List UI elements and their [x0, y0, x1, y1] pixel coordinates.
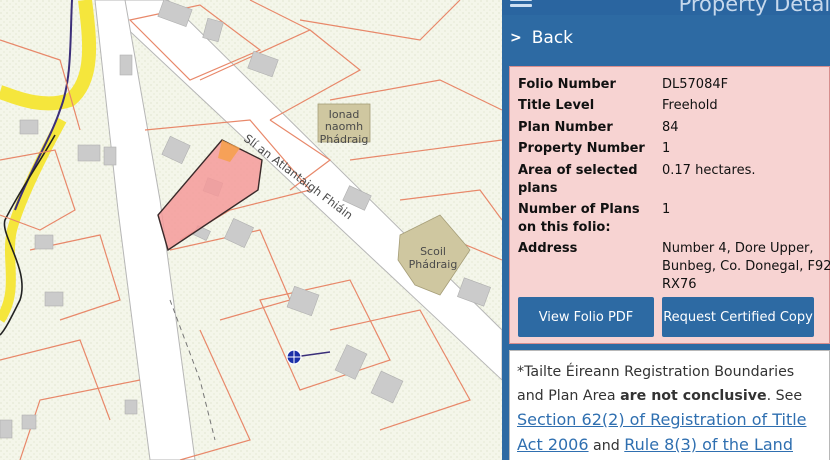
- detail-value: 1: [662, 141, 671, 156]
- map-view[interactable]: Slí an Atlantaigh Fhiáin Ionad naomh Phá…: [0, 0, 502, 460]
- detail-label: Plan Number: [518, 120, 613, 135]
- disclaimer-note: *Tailte Éireann Registration Boundaries …: [509, 350, 830, 460]
- hamburger-menu-icon[interactable]: [510, 0, 532, 12]
- note-and: and: [588, 438, 625, 454]
- detail-value: Freehold: [662, 98, 718, 113]
- detail-label: Area of selected plans: [518, 163, 638, 196]
- panel-header: Property Detail: [502, 0, 830, 16]
- note-mid: . See: [766, 388, 803, 404]
- detail-label: Number of Plans on this folio:: [518, 202, 640, 235]
- detail-label: Property Number: [518, 141, 645, 156]
- detail-value: Number 4, Dore Upper, Bunbeg, Co. Donega…: [662, 241, 830, 292]
- panel-title: Property Detail: [678, 0, 830, 16]
- detail-value: 1: [662, 202, 671, 217]
- detail-value: 84: [662, 120, 679, 135]
- map-canvas[interactable]: Slí an Atlantaigh Fhiáin Ionad naomh Phá…: [0, 0, 502, 460]
- detail-label: Address: [518, 241, 578, 256]
- note-bold: are not conclusive: [620, 388, 767, 404]
- property-details-card: Folio Number DL57084F Title Level Freeho…: [509, 66, 830, 344]
- building-ionad-label-3: Phádraig: [320, 133, 369, 146]
- view-folio-pdf-button[interactable]: View Folio PDF: [518, 297, 654, 337]
- building-scoil-label-2: Phádraig: [409, 258, 458, 271]
- detail-label: Folio Number: [518, 77, 616, 92]
- detail-value: DL57084F: [662, 77, 729, 92]
- location-marker-icon[interactable]: [286, 349, 302, 365]
- chevron-right-icon: >: [510, 30, 522, 46]
- back-label: Back: [531, 28, 574, 48]
- building-scoil-label-1: Scoil: [420, 245, 446, 258]
- property-details-panel: Property Detail > Back Folio Number DL57…: [502, 0, 830, 460]
- detail-label: Title Level: [518, 98, 595, 113]
- request-certified-copy-button[interactable]: Request Certified Copy: [662, 297, 814, 337]
- detail-value: 0.17 hectares.: [662, 163, 756, 178]
- building-ionad-label-2: naomh: [325, 120, 363, 133]
- back-button[interactable]: > Back: [502, 15, 830, 61]
